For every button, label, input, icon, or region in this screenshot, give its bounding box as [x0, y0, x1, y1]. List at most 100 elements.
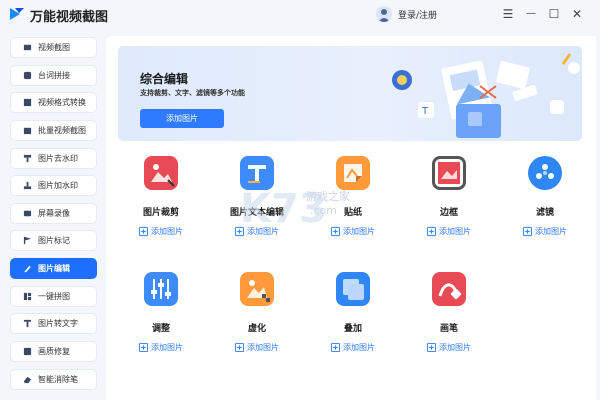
- tool-card-crop[interactable]: 图片裁剪 添加图片: [118, 148, 204, 258]
- title-bar: 万能视频截图 登录/注册 ☰ — ☐ ✕: [0, 0, 600, 28]
- user-avatar-icon[interactable]: [376, 6, 392, 22]
- add-image-label: 添加图片: [343, 343, 375, 352]
- sidebar-item-label: 图片加水印: [38, 181, 78, 190]
- sidebar-item-image-edit[interactable]: 图片编辑: [10, 258, 97, 279]
- svg-text:T: T: [421, 106, 429, 117]
- tool-title: 虚化: [247, 324, 266, 334]
- adjust-icon: [144, 272, 178, 306]
- flag-icon: [23, 236, 32, 245]
- sidebar-item-label: 图片编辑: [38, 264, 70, 273]
- minimize-icon[interactable]: —: [521, 4, 541, 24]
- sidebar-item-screen-record[interactable]: 屏幕录像: [10, 203, 97, 224]
- tool-card-overlay[interactable]: 叠加 添加图片: [310, 264, 396, 374]
- add-image-label: 添加图片: [151, 227, 183, 236]
- text-icon: [23, 319, 32, 328]
- add-image-link[interactable]: 添加图片: [406, 226, 492, 237]
- add-image-label: 添加图片: [439, 343, 471, 352]
- sidebar-item-image-mark[interactable]: 图片标记: [10, 230, 97, 251]
- add-file-icon: [523, 227, 532, 236]
- watermark-domain: .com: [310, 204, 337, 217]
- sidebar-item-label: 画质修复: [38, 347, 70, 356]
- stamp-icon: [23, 154, 32, 163]
- app-logo-icon: [10, 8, 24, 20]
- site-watermark: K73 游戏之家 .com: [240, 182, 370, 232]
- banner-title: 综合编辑: [140, 72, 189, 86]
- tool-card-filter[interactable]: 滤镜 添加图片: [502, 148, 588, 258]
- sidebar-item-label: 图片转文字: [38, 319, 78, 328]
- add-image-link[interactable]: 添加图片: [214, 342, 300, 353]
- tool-title: 图片裁剪: [142, 208, 179, 218]
- add-file-icon: [139, 343, 148, 352]
- batch-icon: [23, 127, 32, 135]
- banner-illustration-icon: T: [392, 53, 580, 138]
- subtitle-icon: [23, 71, 32, 80]
- tool-title: 叠加: [343, 324, 362, 334]
- sidebar-item-label: 图片标记: [38, 236, 70, 245]
- banner-add-image-button[interactable]: 添加图片: [140, 109, 224, 128]
- tool-card-border[interactable]: 边框 添加图片: [406, 148, 492, 258]
- close-icon[interactable]: ✕: [567, 4, 587, 24]
- brush-icon: [432, 272, 466, 306]
- sidebar-item-label: 批量视频截图: [38, 126, 86, 135]
- sidebar-item-label: 视频截图: [38, 43, 70, 52]
- add-image-label: 添加图片: [535, 227, 567, 236]
- app-title: 万能视频截图: [30, 10, 109, 25]
- overlay-icon: [336, 272, 370, 306]
- sidebar-item-collage[interactable]: 一键拼图: [10, 286, 97, 307]
- border-icon: [432, 156, 466, 190]
- watermark-icon: [23, 181, 32, 190]
- add-image-link[interactable]: 添加图片: [406, 342, 492, 353]
- collage-icon: [23, 292, 32, 301]
- add-image-link[interactable]: 添加图片: [502, 226, 588, 237]
- tool-card-blur[interactable]: 虚化 添加图片: [214, 264, 300, 374]
- record-icon: [23, 210, 32, 217]
- add-file-icon: [427, 343, 436, 352]
- blur-icon: [240, 272, 274, 306]
- sidebar-item-label: 屏幕录像: [38, 209, 70, 218]
- tool-card-brush[interactable]: 画笔 添加图片: [406, 264, 492, 374]
- maximize-icon[interactable]: ☐: [544, 4, 564, 24]
- film-icon: [23, 44, 32, 51]
- add-file-icon: [235, 343, 244, 352]
- banner-subtitle: 支持裁剪、文字、滤镜等多个功能: [140, 89, 245, 97]
- add-file-icon: [331, 343, 340, 352]
- add-file-icon: [139, 227, 148, 236]
- tool-title: 调整: [151, 324, 170, 334]
- banner-button-label: 添加图片: [166, 114, 198, 123]
- sidebar-item-label: 视频格式转换: [38, 98, 86, 107]
- sidebar-item-subtitle-join[interactable]: 台词拼接: [10, 65, 97, 86]
- sidebar-item-label: 台词拼接: [38, 71, 70, 80]
- feature-banner: 综合编辑 支持裁剪、文字、滤镜等多个功能 添加图片 T: [118, 46, 582, 141]
- sidebar-item-remove-watermark[interactable]: 图片去水印: [10, 148, 97, 169]
- crop-icon: [144, 156, 178, 190]
- filter-icon: [528, 156, 562, 190]
- add-image-link[interactable]: 添加图片: [118, 226, 204, 237]
- sidebar-item-video-capture[interactable]: 视频截图: [10, 37, 97, 58]
- pen-icon: [24, 265, 31, 273]
- sidebar-item-batch-capture[interactable]: 批量视频截图: [10, 120, 97, 141]
- repair-icon: [23, 347, 32, 356]
- eraser-icon: [23, 376, 32, 384]
- add-image-link[interactable]: 添加图片: [310, 342, 396, 353]
- add-image-label: 添加图片: [439, 227, 471, 236]
- add-image-label: 添加图片: [247, 343, 279, 352]
- login-link[interactable]: 登录/注册: [398, 8, 437, 21]
- add-image-link[interactable]: 添加图片: [118, 342, 204, 353]
- sidebar-item-label: 一键拼图: [38, 292, 70, 301]
- tool-title: 画笔: [439, 324, 458, 334]
- sidebar-item-label: 智能消除笔: [38, 375, 78, 384]
- tool-card-adjust[interactable]: 调整 添加图片: [118, 264, 204, 374]
- sidebar-item-image-to-text[interactable]: 图片转文字: [10, 313, 97, 334]
- sidebar-item-format-convert[interactable]: 视频格式转换: [10, 92, 97, 113]
- sidebar-item-quality-repair[interactable]: 画质修复: [10, 341, 97, 362]
- tool-title: 滤镜: [535, 208, 554, 218]
- k73-logo-icon: K73: [240, 186, 327, 232]
- convert-icon: [23, 98, 32, 107]
- sidebar: 视频截图 台词拼接 视频格式转换 批量视频截图 图片去水印 图片加水印 屏幕录像…: [0, 32, 106, 400]
- tool-title: 边框: [439, 208, 458, 218]
- add-image-label: 添加图片: [151, 343, 183, 352]
- menu-icon[interactable]: ☰: [498, 4, 518, 24]
- watermark-text: 游戏之家: [306, 190, 350, 203]
- sidebar-item-add-watermark[interactable]: 图片加水印: [10, 175, 97, 196]
- sidebar-item-smart-eraser[interactable]: 智能消除笔: [10, 369, 97, 390]
